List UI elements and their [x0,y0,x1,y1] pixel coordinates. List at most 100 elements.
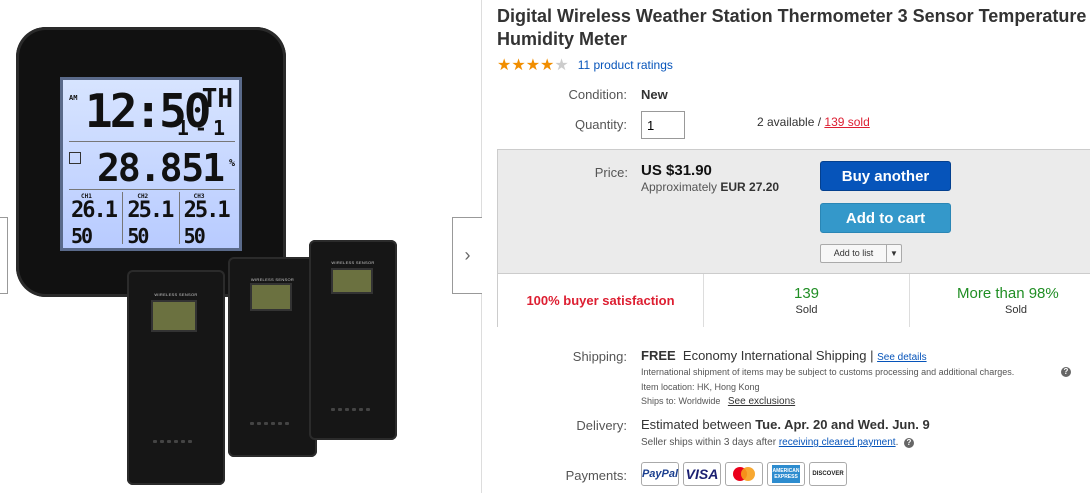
home-icon [69,152,81,164]
visa-logo: VISA [683,462,721,486]
sensor-grille [153,440,192,443]
more-than-value: More than 98% [957,285,1059,302]
approx-value: EUR 27.20 [720,180,780,194]
lcd-date: 1-1 [176,116,231,140]
sensor-label: WIRELESS SENSOR [331,260,375,265]
delivery-estimate: Estimated between Tue. Apr. 20 and Wed. … [641,417,930,432]
wireless-sensor: WIRELESS SENSOR [127,270,225,485]
rating-stars[interactable]: ★★★★★ [497,55,569,75]
paypal-logo: PayPal [641,462,679,486]
delivery-note-text: Seller ships within 3 days after [641,437,779,448]
quantity-label: Quantity: [574,117,627,132]
lcd-channel-2: CH2 25.1 50 [123,192,180,248]
lcd-day: TH [201,84,233,114]
sensor-screen [331,268,373,294]
payments-label: Payments: [565,468,627,483]
customs-note: International shipment of items may be s… [641,367,1015,377]
price-label: Price: [594,165,628,180]
delivery-range: Tue. Apr. 20 and Wed. Jun. 9 [755,417,930,432]
delivery-label: Delivery: [576,418,627,433]
item-location: Item location: HK, Hong Kong [641,382,760,392]
wireless-sensor: WIRELESS SENSOR [228,257,317,457]
price-conversion: Approximately EUR 27.20 [641,180,779,194]
lcd-am: AM [69,94,78,102]
sensor-screen [250,283,292,311]
availability: 2 available / 139 sold [757,115,870,129]
quantity-input[interactable] [641,111,685,139]
amex-logo: AMERICAN EXPRESS [767,462,805,486]
add-to-list-button[interactable]: Add to list ▼ [820,244,902,263]
star-filled-icon: ★ [540,57,555,74]
sensor-screen [151,300,197,332]
gallery-prev-button[interactable] [0,217,8,294]
ships-to-text: Ships to: Worldwide [641,396,721,406]
shipping-summary: FREE Economy International Shipping | Se… [641,348,927,363]
caret-down-icon[interactable]: ▼ [887,249,901,258]
discover-logo: DISCOVER [809,462,847,486]
sensor-label: WIRELESS SENSOR [154,292,198,297]
discover-text: DISCOVER [812,471,844,477]
sensor-label: WIRELESS SENSOR [250,277,295,282]
chevron-right-icon: › [464,245,471,265]
lcd-channel-3: CH3 25.1 50 [180,192,235,248]
amex-text: AMERICAN EXPRESS [772,465,800,483]
stat-satisfaction: 100% buyer satisfaction [498,274,704,327]
lcd-channel-temp: 26.1 [71,198,118,223]
sold-link[interactable]: 139 sold [824,115,869,129]
mastercard-logo [725,462,763,486]
condition-label: Condition: [568,87,627,102]
help-icon[interactable]: ? [903,438,914,448]
lcd-channel-temp: 25.1 [183,198,231,223]
product-title: Digital Wireless Weather Station Thermom… [497,6,1087,49]
star-empty-icon: ★ [554,57,569,74]
lcd-indoor-temp: 28.8 [97,146,183,190]
star-filled-icon: ★ [511,57,526,74]
shipping-label: Shipping: [572,349,627,364]
lcd-percent: % [228,158,235,169]
lcd-screen: AM 12:50 TH 1-1 28.8 51 % CH1 26.1 50 CH… [60,77,242,251]
price-value: US $31.90 [641,162,712,179]
lcd-indoor-humidity: 51 [181,146,225,190]
lcd-channel-humidity: 50 [71,224,93,248]
sold-count-label: Sold [795,304,818,316]
lcd-channel-humidity: 50 [127,224,149,248]
add-to-cart-button[interactable]: Add to cart [820,203,951,233]
star-filled-icon: ★ [497,57,512,74]
delivery-prefix: Estimated between [641,417,756,432]
delivery-note-suffix: . [895,437,899,448]
seller-stats: 100% buyer satisfaction 139 Sold More th… [498,273,1090,327]
lcd-channel-temp: 25.1 [127,198,174,223]
see-details-link[interactable]: See details [877,352,926,363]
available-text: 2 available / [757,115,825,129]
help-icon[interactable]: ? [1061,367,1071,377]
condition-value: New [641,87,668,102]
visa-text: VISA [685,466,719,482]
gallery-next-button[interactable]: › [452,217,482,294]
delivery-note: Seller ships within 3 days after receivi… [641,437,914,448]
product-image-gallery: › AM 12:50 TH 1-1 28.8 51 % CH1 26.1 50 [0,0,482,493]
ratings-link[interactable]: 11 product ratings [578,58,673,72]
sensor-grille [331,408,370,411]
wireless-sensor: WIRELESS SENSOR [309,240,397,440]
buy-box: Price: US $31.90 Approximately EUR 27.20… [497,149,1090,327]
shipping-free: FREE [641,348,676,363]
product-rating: ★★★★★ 11 product ratings [497,55,673,75]
payment-methods: PayPal VISA AMERICAN EXPRESS DISCOVER [641,462,847,486]
lcd-channel-1: CH1 26.1 50 [67,192,124,248]
stat-more-than: More than 98% Sold [910,274,1090,327]
ships-to: Ships to: Worldwide See exclusions [641,396,795,407]
see-exclusions-link[interactable]: See exclusions [728,396,795,407]
shipping-method: Economy International Shipping | [682,348,874,363]
stat-sold: 139 Sold [704,274,910,327]
cleared-payment-link[interactable]: receiving cleared payment [779,437,896,448]
approx-prefix: Approximately [641,180,721,194]
sensor-grille [250,422,289,425]
sold-count: 139 [793,285,820,302]
star-filled-icon: ★ [525,57,541,74]
add-to-list-label: Add to list [821,245,887,262]
more-than-label: Sold [1005,304,1028,316]
paypal-text: PayPal [641,468,679,480]
satisfaction-text: 100% buyer satisfaction [526,293,675,308]
lcd-channel-humidity: 50 [183,224,206,248]
buy-another-button[interactable]: Buy another [820,161,951,191]
